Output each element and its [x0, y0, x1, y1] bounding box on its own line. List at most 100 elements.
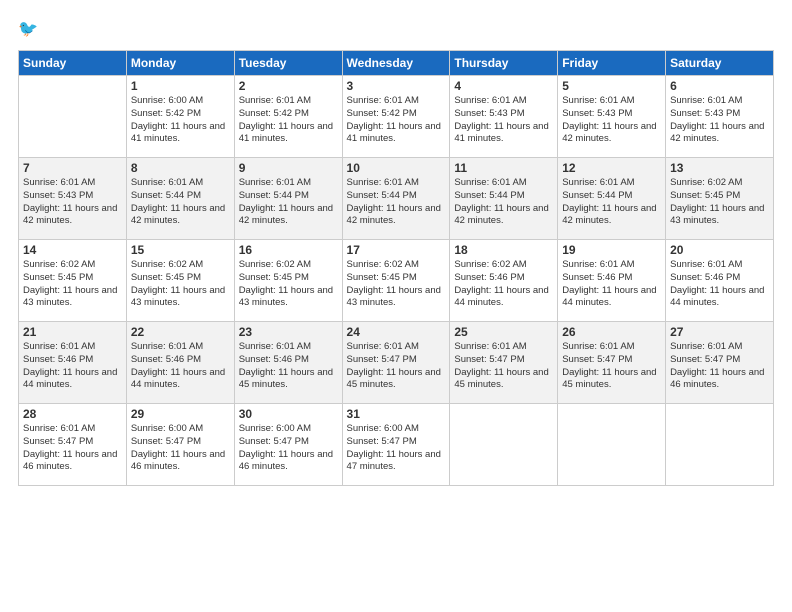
table-row: 8 Sunrise: 6:01 AMSunset: 5:44 PMDaylight…	[126, 158, 234, 240]
table-row: 16Sunrise: 6:02 AMSunset: 5:45 PMDayligh…	[234, 240, 342, 322]
day-info: Sunrise: 6:01 AMSunset: 5:44 PMDaylight:…	[347, 177, 446, 228]
table-row: 3Sunrise: 6:01 AMSunset: 5:42 PMDaylight…	[342, 76, 450, 158]
table-row: 15Sunrise: 6:02 AMSunset: 5:45 PMDayligh…	[126, 240, 234, 322]
day-number: 14	[23, 243, 122, 257]
table-row: 23 Sunrise: 6:01 AMSunset: 5:46 PMDayligh…	[234, 322, 342, 404]
day-info: Sunrise: 6:01 AMSunset: 5:47 PMDaylight:…	[454, 341, 553, 392]
day-info: Sunrise: 6:01 AMSunset: 5:42 PMDaylight:…	[239, 95, 338, 146]
col-monday: Monday	[126, 51, 234, 76]
day-number: 9	[239, 161, 338, 175]
table-row: 20Sunrise: 6:01 AMSunset: 5:46 PMDayligh…	[666, 240, 774, 322]
table-row: 25 Sunrise: 6:01 AMSunset: 5:47 PMDayligh…	[450, 322, 558, 404]
day-info: Sunrise: 6:01 AMSunset: 5:43 PMDaylight:…	[562, 95, 661, 146]
day-number: 19	[562, 243, 661, 257]
svg-text:🐦: 🐦	[18, 20, 38, 38]
day-info: Sunrise: 6:01 AMSunset: 5:42 PMDaylight:…	[347, 95, 446, 146]
day-number: 23	[239, 325, 338, 339]
day-number: 10	[347, 161, 446, 175]
table-row: 2 Sunrise: 6:01 AMSunset: 5:42 PMDaylight…	[234, 76, 342, 158]
day-number: 1	[131, 79, 230, 93]
day-info: Sunrise: 6:01 AMSunset: 5:47 PMDaylight:…	[670, 341, 769, 392]
day-info: Sunrise: 6:00 AMSunset: 5:47 PMDaylight:…	[131, 423, 230, 474]
col-sunday: Sunday	[19, 51, 127, 76]
day-info: Sunrise: 6:01 AMSunset: 5:44 PMDaylight:…	[562, 177, 661, 228]
table-row: 24 Sunrise: 6:01 AMSunset: 5:47 PMDayligh…	[342, 322, 450, 404]
col-wednesday: Wednesday	[342, 51, 450, 76]
table-row	[666, 404, 774, 486]
day-info: Sunrise: 6:02 AMSunset: 5:45 PMDaylight:…	[670, 177, 769, 228]
day-info: Sunrise: 6:01 AMSunset: 5:44 PMDaylight:…	[239, 177, 338, 228]
table-row: 10 Sunrise: 6:01 AMSunset: 5:44 PMDayligh…	[342, 158, 450, 240]
table-row	[19, 76, 127, 158]
day-number: 12	[562, 161, 661, 175]
day-number: 7	[23, 161, 122, 175]
table-row	[558, 404, 666, 486]
day-info: Sunrise: 6:01 AMSunset: 5:44 PMDaylight:…	[454, 177, 553, 228]
day-number: 6	[670, 79, 769, 93]
day-info: Sunrise: 6:01 AMSunset: 5:46 PMDaylight:…	[23, 341, 122, 392]
calendar-week-row: 14 Sunrise: 6:02 AMSunset: 5:45 PMDayligh…	[19, 240, 774, 322]
day-info: Sunrise: 6:01 AMSunset: 5:46 PMDaylight:…	[239, 341, 338, 392]
day-info: Sunrise: 6:01 AMSunset: 5:43 PMDaylight:…	[23, 177, 122, 228]
day-number: 11	[454, 161, 553, 175]
calendar-page: 🐦 Sunday Monday Tuesday Wednesday Thursd…	[0, 0, 792, 612]
day-number: 24	[347, 325, 446, 339]
day-info: Sunrise: 6:00 AMSunset: 5:42 PMDaylight:…	[131, 95, 230, 146]
day-number: 31	[347, 407, 446, 421]
table-row: 9 Sunrise: 6:01 AMSunset: 5:44 PMDaylight…	[234, 158, 342, 240]
table-row: 7 Sunrise: 6:01 AMSunset: 5:43 PMDaylight…	[19, 158, 127, 240]
table-row: 27 Sunrise: 6:01 AMSunset: 5:47 PMDayligh…	[666, 322, 774, 404]
logo-icon: 🐦	[18, 18, 40, 40]
table-row: 17 Sunrise: 6:02 AMSunset: 5:45 PMDayligh…	[342, 240, 450, 322]
day-info: Sunrise: 6:01 AMSunset: 5:44 PMDaylight:…	[131, 177, 230, 228]
day-info: Sunrise: 6:01 AMSunset: 5:46 PMDaylight:…	[562, 259, 661, 310]
day-info: Sunrise: 6:02 AMSunset: 5:45 PMDaylight:…	[239, 259, 338, 310]
day-number: 17	[347, 243, 446, 257]
table-row: 31Sunrise: 6:00 AMSunset: 5:47 PMDayligh…	[342, 404, 450, 486]
day-info: Sunrise: 6:02 AMSunset: 5:45 PMDaylight:…	[131, 259, 230, 310]
table-row: 30 Sunrise: 6:00 AMSunset: 5:47 PMDayligh…	[234, 404, 342, 486]
day-number: 22	[131, 325, 230, 339]
logo-area: 🐦	[18, 18, 42, 40]
day-info: Sunrise: 6:01 AMSunset: 5:43 PMDaylight:…	[670, 95, 769, 146]
day-number: 5	[562, 79, 661, 93]
day-number: 28	[23, 407, 122, 421]
calendar-header-row: Sunday Monday Tuesday Wednesday Thursday…	[19, 51, 774, 76]
table-row: 26 Sunrise: 6:01 AMSunset: 5:47 PMDayligh…	[558, 322, 666, 404]
day-number: 21	[23, 325, 122, 339]
day-number: 13	[670, 161, 769, 175]
calendar-week-row: 7 Sunrise: 6:01 AMSunset: 5:43 PMDaylight…	[19, 158, 774, 240]
table-row: 5 Sunrise: 6:01 AMSunset: 5:43 PMDaylight…	[558, 76, 666, 158]
table-row: 19 Sunrise: 6:01 AMSunset: 5:46 PMDayligh…	[558, 240, 666, 322]
day-number: 20	[670, 243, 769, 257]
day-info: Sunrise: 6:02 AMSunset: 5:45 PMDaylight:…	[347, 259, 446, 310]
table-row: 14 Sunrise: 6:02 AMSunset: 5:45 PMDayligh…	[19, 240, 127, 322]
calendar-week-row: 28Sunrise: 6:01 AMSunset: 5:47 PMDayligh…	[19, 404, 774, 486]
day-info: Sunrise: 6:01 AMSunset: 5:46 PMDaylight:…	[131, 341, 230, 392]
col-tuesday: Tuesday	[234, 51, 342, 76]
day-number: 27	[670, 325, 769, 339]
page-header: 🐦	[18, 18, 774, 40]
logo: 🐦	[18, 18, 42, 40]
table-row: 1 Sunrise: 6:00 AMSunset: 5:42 PMDaylight…	[126, 76, 234, 158]
day-number: 25	[454, 325, 553, 339]
day-number: 29	[131, 407, 230, 421]
col-friday: Friday	[558, 51, 666, 76]
calendar-table: Sunday Monday Tuesday Wednesday Thursday…	[18, 50, 774, 486]
day-number: 2	[239, 79, 338, 93]
table-row: 11 Sunrise: 6:01 AMSunset: 5:44 PMDayligh…	[450, 158, 558, 240]
table-row	[450, 404, 558, 486]
day-info: Sunrise: 6:01 AMSunset: 5:47 PMDaylight:…	[562, 341, 661, 392]
day-info: Sunrise: 6:00 AMSunset: 5:47 PMDaylight:…	[239, 423, 338, 474]
day-info: Sunrise: 6:01 AMSunset: 5:47 PMDaylight:…	[347, 341, 446, 392]
day-info: Sunrise: 6:02 AMSunset: 5:45 PMDaylight:…	[23, 259, 122, 310]
day-number: 26	[562, 325, 661, 339]
table-row: 29 Sunrise: 6:00 AMSunset: 5:47 PMDayligh…	[126, 404, 234, 486]
table-row: 28Sunrise: 6:01 AMSunset: 5:47 PMDayligh…	[19, 404, 127, 486]
day-number: 18	[454, 243, 553, 257]
day-number: 30	[239, 407, 338, 421]
table-row: 12 Sunrise: 6:01 AMSunset: 5:44 PMDayligh…	[558, 158, 666, 240]
day-number: 8	[131, 161, 230, 175]
table-row: 18Sunrise: 6:02 AMSunset: 5:46 PMDayligh…	[450, 240, 558, 322]
col-saturday: Saturday	[666, 51, 774, 76]
